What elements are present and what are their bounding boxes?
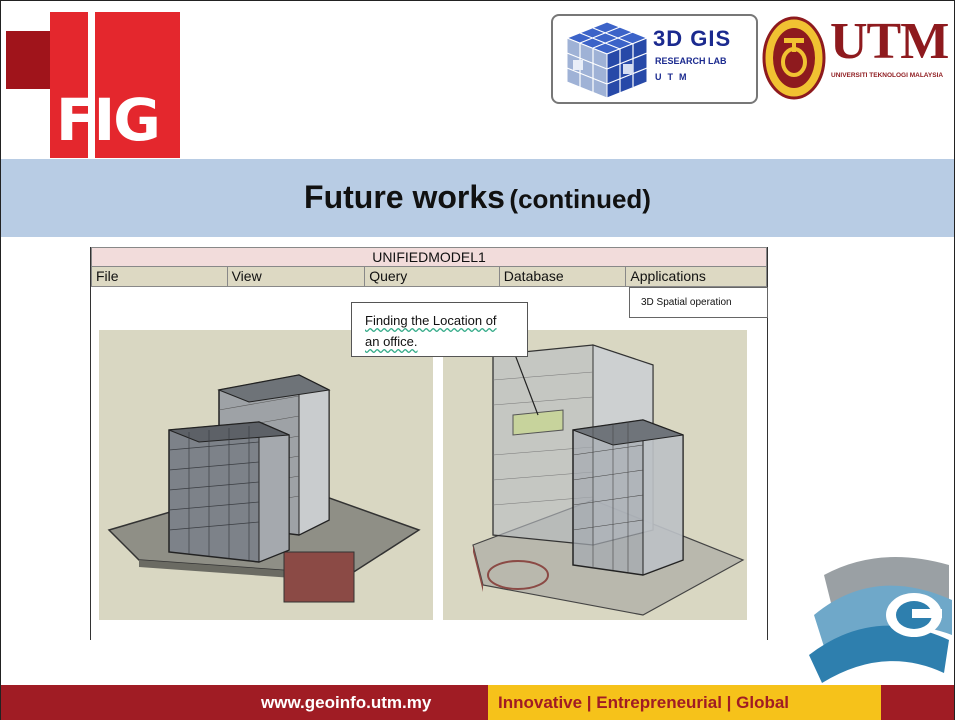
slide-title-suffix: (continued) <box>509 184 651 214</box>
transparent-building-illustration <box>472 309 745 616</box>
menu-query[interactable]: Query <box>365 267 500 286</box>
footer-bar: www.geoinfo.utm.my Innovative | Entrepre… <box>1 685 954 720</box>
menu-item-3d-spatial-operation[interactable]: 3D Spatial operation <box>629 287 768 318</box>
callout-line-1: Finding the Location of <box>365 313 497 328</box>
utm-seal-icon <box>762 16 826 100</box>
building-render-transparent <box>443 309 747 620</box>
gis-lab-logo: 3D GIS RESEARCH LAB UTM <box>551 14 758 104</box>
title-band: Future works (continued) <box>1 159 954 237</box>
utm-logo-text: UTM <box>830 13 949 70</box>
slide-title-main: Future works <box>304 179 505 215</box>
building-render-textured <box>99 330 433 620</box>
menu-file[interactable]: File <box>92 267 228 286</box>
fig-logo: FIG <box>50 12 180 158</box>
gis-lab-subtitle: RESEARCH LAB <box>655 56 727 66</box>
menu-database[interactable]: Database <box>500 267 627 286</box>
rubik-cube-icon <box>565 21 649 99</box>
footer-tagline-box: Innovative | Entrepreneurial | Global <box>488 685 881 720</box>
gis-lab-title: 3D GIS <box>653 26 732 51</box>
render-divider <box>433 330 443 620</box>
utm-logo-subtitle: UNIVERSITI TEKNOLOGI MALAYSIA <box>831 72 944 79</box>
menu-bar: File View Query Database Applications <box>91 267 767 287</box>
textured-building-illustration <box>107 374 421 603</box>
slide-title: Future works (continued) <box>1 179 954 216</box>
callout-box: Finding the Location of an office. <box>351 302 528 357</box>
menu-applications[interactable]: Applications <box>626 267 766 286</box>
unified-model-window: UNIFIEDMODEL1 File View Query Database A… <box>90 247 768 640</box>
fig-side-block <box>6 31 50 89</box>
colosseum-logo-icon <box>809 557 952 683</box>
gis-lab-utm: UTM <box>655 72 693 82</box>
window-title: UNIFIEDMODEL1 <box>91 247 767 267</box>
menu-view[interactable]: View <box>228 267 366 286</box>
footer-url[interactable]: www.geoinfo.utm.my <box>261 693 431 713</box>
callout-line-2: an office. <box>365 334 418 349</box>
footer-tagline: Innovative | Entrepreneurial | Global <box>498 693 790 712</box>
fig-logo-text: FIG <box>56 86 161 154</box>
